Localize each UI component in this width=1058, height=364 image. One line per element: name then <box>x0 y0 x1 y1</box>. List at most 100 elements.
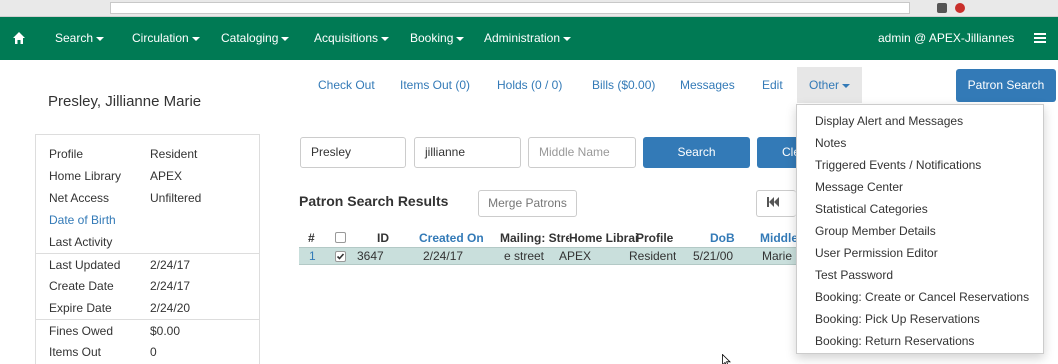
extension-icon[interactable] <box>955 3 965 13</box>
nav-acquisitions-menu[interactable]: Acquisitions <box>314 17 390 60</box>
nav-administration-menu[interactable]: Administration <box>484 17 572 60</box>
caret-down-icon <box>281 36 290 41</box>
clear-button[interactable]: Cle <box>757 137 800 168</box>
menu-item-test-password[interactable]: Test Password <box>815 264 893 286</box>
nav-label: Administration <box>484 31 561 45</box>
tab-other-dropdown[interactable]: Other <box>797 67 863 103</box>
top-navbar: Search Circulation Cataloging Acquisitio… <box>0 17 1058 60</box>
summary-row-fines-owed: Fines Owed $0.00 <box>35 319 260 341</box>
middle-name-input[interactable]: Middle Name <box>528 137 636 168</box>
menu-item-user-permission-editor[interactable]: User Permission Editor <box>815 242 938 264</box>
summary-key: Items Out <box>49 345 102 359</box>
caret-down-icon <box>191 36 200 41</box>
caret-down-icon <box>96 36 105 41</box>
menu-item-notes[interactable]: Notes <box>815 132 846 154</box>
nav-label: Booking <box>410 31 454 45</box>
tab-check-out[interactable]: Check Out <box>318 67 375 103</box>
nav-cataloging-menu[interactable]: Cataloging <box>221 17 290 60</box>
extension-icon[interactable] <box>937 3 947 13</box>
first-page-icon <box>767 197 779 207</box>
nav-label: Cataloging <box>221 31 279 45</box>
col-header-created-on[interactable]: Created On <box>419 229 499 247</box>
summary-key: Home Library <box>49 169 122 183</box>
cell-created-on: 2/24/17 <box>423 249 464 263</box>
menu-item-group-member-details[interactable]: Group Member Details <box>815 220 936 242</box>
first-page-button[interactable] <box>756 190 796 217</box>
col-header-middle[interactable]: Middle <box>760 229 800 247</box>
menu-item-display-alert[interactable]: Display Alert and Messages <box>815 110 963 132</box>
summary-value: 2/24/20 <box>150 301 191 315</box>
summary-key: Last Activity <box>49 235 113 249</box>
results-title: Patron Search Results <box>299 193 449 209</box>
summary-value: Resident <box>150 147 198 161</box>
col-header-num: # <box>308 231 315 245</box>
other-dropdown-menu: Display Alert and Messages Notes Trigger… <box>796 104 1044 354</box>
col-header-profile[interactable]: Profile <box>636 229 673 247</box>
tab-label: Other <box>809 78 840 92</box>
summary-key: Profile <box>49 147 84 161</box>
cell-home-library: APEX <box>559 249 592 263</box>
menu-item-triggered-events[interactable]: Triggered Events / Notifications <box>815 154 981 176</box>
summary-row-home-library: Home Library APEX <box>35 165 260 187</box>
col-header-id[interactable]: ID <box>377 229 389 247</box>
caret-down-icon <box>456 36 465 41</box>
patron-summary: Profile Resident Home Library APEX Net Acc… <box>35 143 260 363</box>
summary-row-net-access: Net Access Unfiltered <box>35 187 260 209</box>
menu-item-message-center[interactable]: Message Center <box>815 176 903 198</box>
tab-edit[interactable]: Edit <box>762 67 783 103</box>
row-checkbox[interactable] <box>335 251 346 262</box>
menu-item-statistical-categories[interactable]: Statistical Categories <box>815 198 928 220</box>
patron-name: Presley, Jillianne Marie <box>48 93 202 110</box>
col-header-dob[interactable]: DoB <box>710 229 735 247</box>
search-button[interactable]: Search <box>643 137 750 168</box>
tab-items-out[interactable]: Items Out (0) <box>400 67 470 103</box>
summary-key: Last Updated <box>49 258 121 272</box>
col-header-home-library[interactable]: Home Librai <box>569 229 639 247</box>
date-of-birth-link[interactable]: Date of Birth <box>49 209 116 231</box>
summary-row-expire-date: Expire Date 2/24/20 <box>35 297 260 319</box>
tab-holds[interactable]: Holds (0 / 0) <box>497 67 562 103</box>
summary-value: APEX <box>150 169 183 183</box>
last-name-input[interactable]: Presley <box>300 137 406 168</box>
summary-value: $0.00 <box>150 324 181 338</box>
cell-id: 3647 <box>357 249 384 263</box>
col-header-mailing-street[interactable]: Mailing: Stre <box>500 229 569 247</box>
checkmark-icon <box>336 253 345 260</box>
summary-row-last-activity: Last Activity <box>35 231 260 253</box>
cell-profile: Resident <box>629 249 677 263</box>
caret-down-icon <box>381 36 390 41</box>
nav-circulation-menu[interactable]: Circulation <box>132 17 200 60</box>
summary-key: Net Access <box>49 191 110 205</box>
summary-key: Create Date <box>49 279 114 293</box>
summary-value: 2/24/17 <box>150 279 191 293</box>
summary-key: Expire Date <box>49 301 112 315</box>
patron-search-button[interactable]: Patron Search <box>956 69 1056 102</box>
menu-item-booking-pickup[interactable]: Booking: Pick Up Reservations <box>815 308 980 330</box>
home-icon[interactable] <box>12 31 26 45</box>
nav-search-menu[interactable]: Search <box>55 17 105 60</box>
merge-patrons-button[interactable]: Merge Patrons <box>478 190 577 217</box>
summary-row-last-updated: Last Updated 2/24/17 <box>35 253 260 275</box>
summary-value: Unfiltered <box>150 191 202 205</box>
nav-booking-menu[interactable]: Booking <box>410 17 465 60</box>
tab-messages[interactable]: Messages <box>680 67 735 103</box>
browser-toolbar <box>0 0 1058 17</box>
first-name-input[interactable]: jillianne <box>414 137 521 168</box>
select-all-checkbox[interactable] <box>335 232 346 243</box>
menu-item-booking-create[interactable]: Booking: Create or Cancel Reservations <box>815 286 1029 308</box>
nav-label: Circulation <box>132 31 189 45</box>
cell-middle: Marie <box>762 249 793 263</box>
address-bar[interactable] <box>110 2 910 14</box>
hamburger-menu-icon[interactable] <box>1034 32 1046 44</box>
summary-key: Fines Owed <box>49 324 114 338</box>
summary-row-items-out: Items Out 0 <box>35 341 260 363</box>
summary-row-date-of-birth: Date of Birth <box>35 209 260 231</box>
row-number[interactable]: 1 <box>309 248 316 265</box>
summary-value: 0 <box>150 345 157 359</box>
menu-item-booking-return[interactable]: Booking: Return Reservations <box>815 330 974 352</box>
user-menu[interactable]: admin @ APEX-Jilliannes <box>878 17 1014 60</box>
tab-bills[interactable]: Bills ($0.00) <box>592 67 655 103</box>
cell-dob: 5/21/00 <box>693 249 734 263</box>
summary-value: 2/24/17 <box>150 258 191 272</box>
nav-label: Acquisitions <box>314 31 379 45</box>
